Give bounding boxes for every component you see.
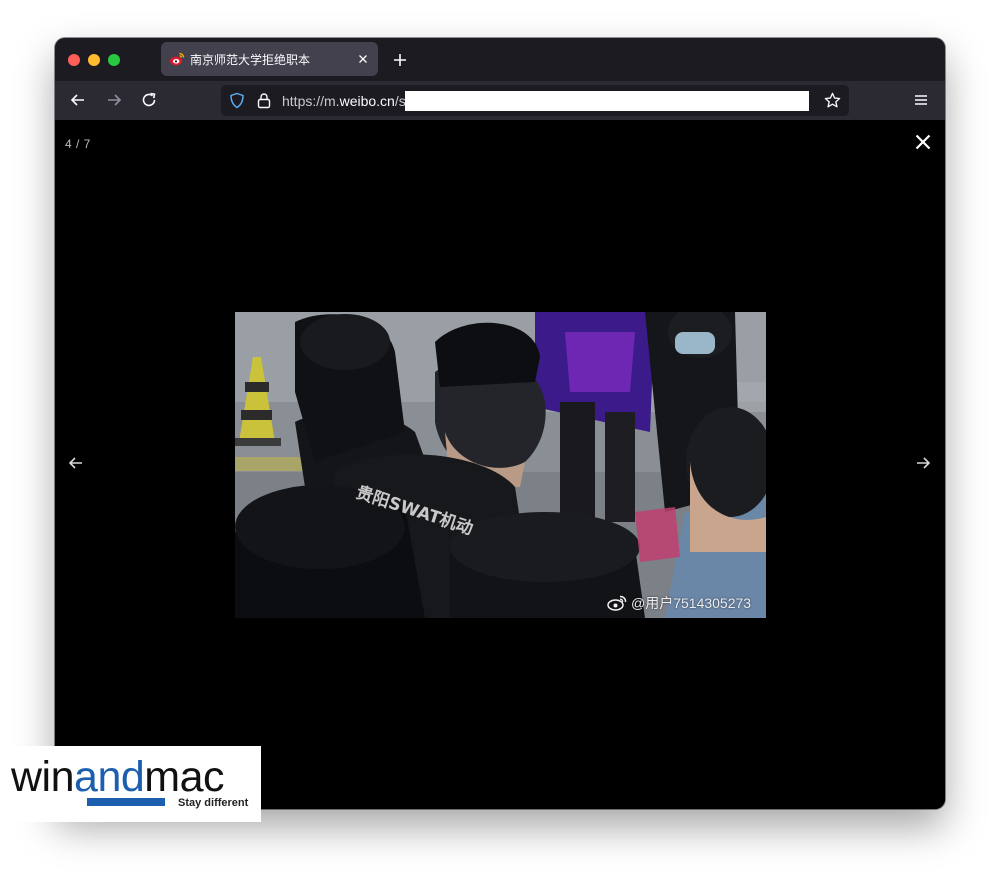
weibo-favicon-icon xyxy=(170,52,185,66)
navigation-toolbar: https://m.weibo.cn/s xyxy=(55,81,945,120)
active-tab[interactable]: 南京师范大学拒绝职本 xyxy=(161,42,378,76)
arrow-left-icon[interactable] xyxy=(67,454,85,472)
watermark-username: @用户7514305273 xyxy=(631,595,752,611)
window-zoom-button[interactable] xyxy=(108,54,120,66)
brand-tagline: Stay different xyxy=(178,797,249,809)
screenshot-stage: 南京师范大学拒绝职本 https://m.weibo.cn/s 4 / 7 贵阳… xyxy=(0,0,1000,882)
arrow-right-icon[interactable] xyxy=(914,454,932,472)
tab-title: 南京师范大学拒绝职本 xyxy=(190,53,311,67)
browser-window: 南京师范大学拒绝职本 https://m.weibo.cn/s 4 / 7 贵阳… xyxy=(55,38,945,809)
tab-strip: 南京师范大学拒绝职本 xyxy=(55,38,945,81)
close-icon[interactable] xyxy=(355,51,371,67)
brand-underline xyxy=(87,798,165,806)
url-prefix: https://m. xyxy=(282,93,340,109)
star-icon[interactable] xyxy=(823,91,842,110)
window-minimize-button[interactable] xyxy=(88,54,100,66)
weibo-logo-icon xyxy=(607,595,627,611)
window-close-button[interactable] xyxy=(68,54,80,66)
photo-scene: 贵阳SWAT机动 xyxy=(235,312,766,618)
image-viewer: 4 / 7 贵阳SWAT机动 @用户7514305273 xyxy=(55,120,945,809)
reload-icon[interactable] xyxy=(139,90,159,110)
plus-icon[interactable] xyxy=(390,50,410,70)
winandmac-logo: winandmac Stay different xyxy=(0,746,261,822)
url-domain: weibo.cn xyxy=(339,93,395,109)
lock-icon[interactable] xyxy=(256,92,272,109)
brand-name-mid: and xyxy=(74,753,145,801)
brand-name-right: mac xyxy=(144,753,225,801)
image-counter: 4 / 7 xyxy=(65,137,91,151)
address-bar[interactable]: https://m.weibo.cn/s xyxy=(221,85,849,116)
close-icon[interactable] xyxy=(913,132,933,152)
viewed-photo: 贵阳SWAT机动 @用户7514305273 xyxy=(235,312,766,618)
url-redaction-block xyxy=(405,91,809,111)
shield-icon[interactable] xyxy=(229,92,245,109)
brand-name-left: win xyxy=(11,753,75,801)
weibo-watermark: @用户7514305273 xyxy=(607,594,751,612)
url-text[interactable]: https://m.weibo.cn/s xyxy=(282,93,412,109)
arrow-left-icon[interactable] xyxy=(68,90,88,110)
arrow-right-icon[interactable] xyxy=(104,90,124,110)
hamburger-menu-icon[interactable] xyxy=(912,91,930,109)
brand-name: winandmac xyxy=(11,753,225,801)
